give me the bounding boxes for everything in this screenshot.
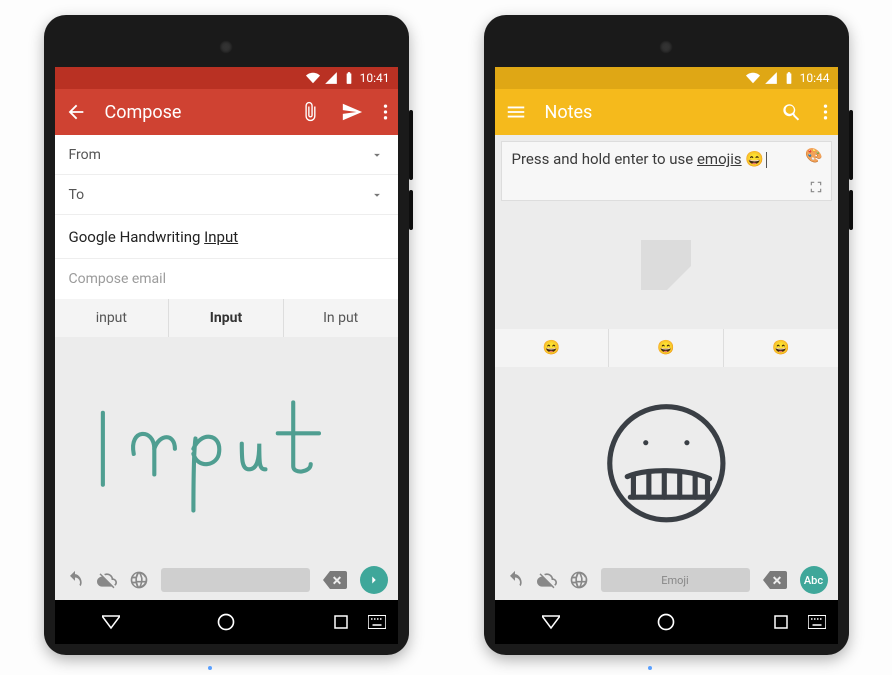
- signal-icon: [764, 71, 778, 85]
- note-text: Press and hold enter to use emojis 😄: [512, 150, 765, 168]
- overflow-icon[interactable]: [823, 101, 828, 123]
- appbar-title: Notes: [545, 102, 763, 123]
- globe-icon[interactable]: [569, 570, 589, 590]
- nav-recent-icon[interactable]: [772, 613, 790, 631]
- carousel-dot: [208, 666, 212, 670]
- enter-button[interactable]: Abc: [800, 566, 828, 594]
- suggestion-3[interactable]: In put: [284, 299, 398, 337]
- back-icon[interactable]: [65, 101, 87, 123]
- overflow-icon[interactable]: [383, 101, 388, 123]
- suggestion-2[interactable]: Input: [169, 299, 284, 337]
- nav-keyboard-icon[interactable]: [808, 615, 826, 629]
- app-bar: Notes: [495, 89, 838, 135]
- nav-recent-icon[interactable]: [332, 613, 350, 631]
- phone-right: 10:44 Notes Press and hold enter to use …: [484, 15, 849, 655]
- screen-gmail: 10:41 Compose From To Google Handwriting…: [55, 67, 398, 600]
- nav-keyboard-icon[interactable]: [368, 615, 386, 629]
- spacebar[interactable]: [161, 568, 310, 592]
- enter-button[interactable]: [360, 566, 388, 594]
- subject-field[interactable]: Google Handwriting Input: [55, 215, 398, 259]
- suggestion-1[interactable]: input: [55, 299, 170, 337]
- suggestion-1[interactable]: 😄: [495, 329, 610, 367]
- body-placeholder: Compose email: [69, 271, 166, 287]
- globe-icon[interactable]: [129, 570, 149, 590]
- chevron-down-icon: [370, 148, 384, 162]
- undo-icon[interactable]: [65, 570, 85, 590]
- to-field[interactable]: To: [55, 175, 398, 215]
- from-field[interactable]: From: [55, 135, 398, 175]
- suggestion-bar: 😄 😄 😄: [495, 329, 838, 367]
- expand-icon[interactable]: [809, 180, 823, 194]
- status-time: 10:41: [360, 71, 390, 85]
- screen-notes: 10:44 Notes Press and hold enter to use …: [495, 67, 838, 600]
- menu-icon[interactable]: [505, 101, 527, 123]
- palette-icon[interactable]: 🎨: [805, 148, 822, 164]
- text-cursor: [766, 152, 767, 168]
- handwriting-stroke: [512, 381, 821, 545]
- backspace-button[interactable]: [762, 570, 788, 590]
- handwriting-stroke: [72, 354, 381, 544]
- cloud-off-icon[interactable]: [97, 570, 117, 590]
- notes-body: Press and hold enter to use emojis 😄 🎨: [495, 135, 838, 329]
- carousel-dot: [648, 666, 652, 670]
- spacebar[interactable]: Emoji: [601, 568, 750, 592]
- from-label: From: [69, 147, 101, 163]
- signal-icon: [324, 71, 338, 85]
- battery-icon: [342, 71, 356, 85]
- chevron-down-icon: [370, 188, 384, 202]
- phone-speaker: [659, 40, 673, 54]
- to-label: To: [69, 187, 85, 203]
- nav-bar: [495, 600, 838, 644]
- appbar-title: Compose: [105, 102, 281, 123]
- backspace-button[interactable]: [322, 570, 348, 590]
- status-time: 10:44: [800, 71, 830, 85]
- app-bar: Compose: [55, 89, 398, 135]
- keyboard-toolbar: Emoji Abc: [495, 560, 838, 600]
- wifi-icon: [746, 71, 760, 85]
- handwriting-area[interactable]: [495, 367, 838, 561]
- nav-home-icon[interactable]: [656, 612, 676, 632]
- attach-icon[interactable]: [299, 101, 321, 123]
- subject-text: Google Handwriting Input: [69, 228, 239, 246]
- nav-bar: [55, 600, 398, 644]
- wifi-icon: [306, 71, 320, 85]
- send-icon[interactable]: [341, 101, 363, 123]
- status-bar: 10:41: [55, 67, 398, 89]
- search-icon[interactable]: [781, 101, 803, 123]
- note-pad: [495, 201, 838, 329]
- status-bar: 10:44: [495, 67, 838, 89]
- undo-icon[interactable]: [505, 570, 525, 590]
- keyboard-toolbar: [55, 560, 398, 600]
- note-card[interactable]: Press and hold enter to use emojis 😄 🎨: [501, 141, 832, 201]
- nav-home-icon[interactable]: [216, 612, 236, 632]
- suggestion-bar: input Input In put: [55, 299, 398, 337]
- phone-left: 10:41 Compose From To Google Handwriting…: [44, 15, 409, 655]
- nav-back-icon[interactable]: [542, 613, 560, 631]
- body-field[interactable]: Compose email: [55, 259, 398, 299]
- phone-speaker: [219, 40, 233, 54]
- battery-icon: [782, 71, 796, 85]
- suggestion-2[interactable]: 😄: [609, 329, 724, 367]
- paper-fold-icon: [641, 240, 691, 290]
- handwriting-area[interactable]: [55, 337, 398, 560]
- nav-back-icon[interactable]: [102, 613, 120, 631]
- suggestion-3[interactable]: 😄: [724, 329, 838, 367]
- cloud-off-icon[interactable]: [537, 570, 557, 590]
